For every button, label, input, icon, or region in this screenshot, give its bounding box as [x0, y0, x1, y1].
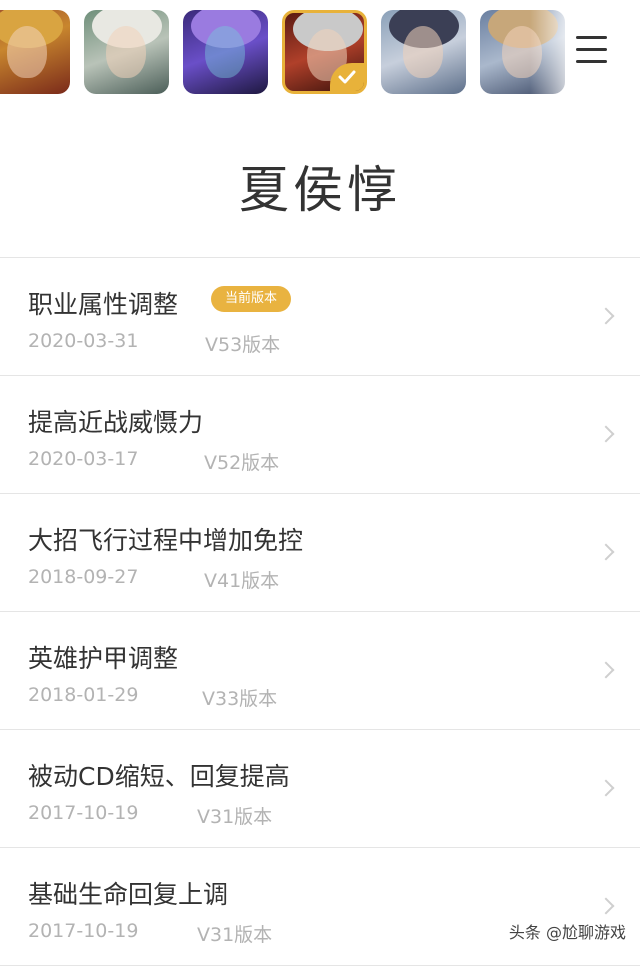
chevron-right-icon — [597, 661, 615, 679]
current-version-badge: 当前版本 — [211, 286, 292, 312]
change-version: V52版本 — [204, 452, 280, 474]
hamburger-menu-icon[interactable] — [576, 34, 608, 64]
change-title: 英雄护甲调整 — [28, 644, 179, 673]
change-title: 职业属性调整 — [28, 290, 179, 319]
list-item[interactable]: 被动CD缩短、回复提高 2017-10-19 V31版本 — [0, 730, 640, 848]
hero-avatar-4[interactable] — [282, 10, 367, 94]
change-version: V31版本 — [197, 806, 273, 828]
chevron-right-icon — [597, 897, 615, 915]
change-history-list: 职业属性调整 当前版本 2020-03-31 V53版本 提高近战威慑力 202… — [0, 257, 640, 966]
change-version: V53版本 — [205, 334, 281, 356]
change-title: 大招飞行过程中增加免控 — [28, 526, 304, 555]
change-version: V41版本 — [204, 570, 280, 592]
change-version: V31版本 — [197, 924, 273, 946]
list-item[interactable]: 英雄护甲调整 2018-01-29 V33版本 — [0, 612, 640, 730]
list-item[interactable]: 提高近战威慑力 2020-03-17 V52版本 — [0, 376, 640, 494]
hero-avatar-3[interactable] — [183, 10, 268, 94]
change-title: 被动CD缩短、回复提高 — [28, 762, 290, 791]
list-item[interactable]: 大招飞行过程中增加免控 2018-09-27 V41版本 — [0, 494, 640, 612]
page-title: 夏侯惇 — [239, 161, 401, 219]
hero-selector-bar — [0, 0, 640, 100]
list-item[interactable]: 基础生命回复上调 2017-10-19 V31版本 — [0, 848, 640, 966]
change-date: 2018-09-27 — [28, 566, 139, 588]
hero-avatar-5[interactable] — [381, 10, 466, 94]
change-date: 2017-10-19 — [28, 802, 139, 824]
chevron-right-icon — [597, 307, 615, 325]
change-date: 2020-03-31 — [28, 330, 139, 352]
change-title: 提高近战威慑力 — [28, 408, 204, 437]
hero-avatar-1[interactable] — [0, 10, 70, 94]
change-date: 2020-03-17 — [28, 448, 139, 470]
hero-avatar-2[interactable] — [84, 10, 169, 94]
change-version: V33版本 — [202, 688, 278, 710]
chevron-right-icon — [597, 543, 615, 561]
watermark-label: 头条 @尬聊游戏 — [508, 923, 626, 942]
list-item[interactable]: 职业属性调整 当前版本 2020-03-31 V53版本 — [0, 258, 640, 376]
chevron-right-icon — [597, 425, 615, 443]
change-title: 基础生命回复上调 — [28, 880, 229, 909]
change-date: 2017-10-19 — [28, 920, 139, 942]
change-date: 2018-01-29 — [28, 684, 139, 706]
chevron-right-icon — [597, 779, 615, 797]
